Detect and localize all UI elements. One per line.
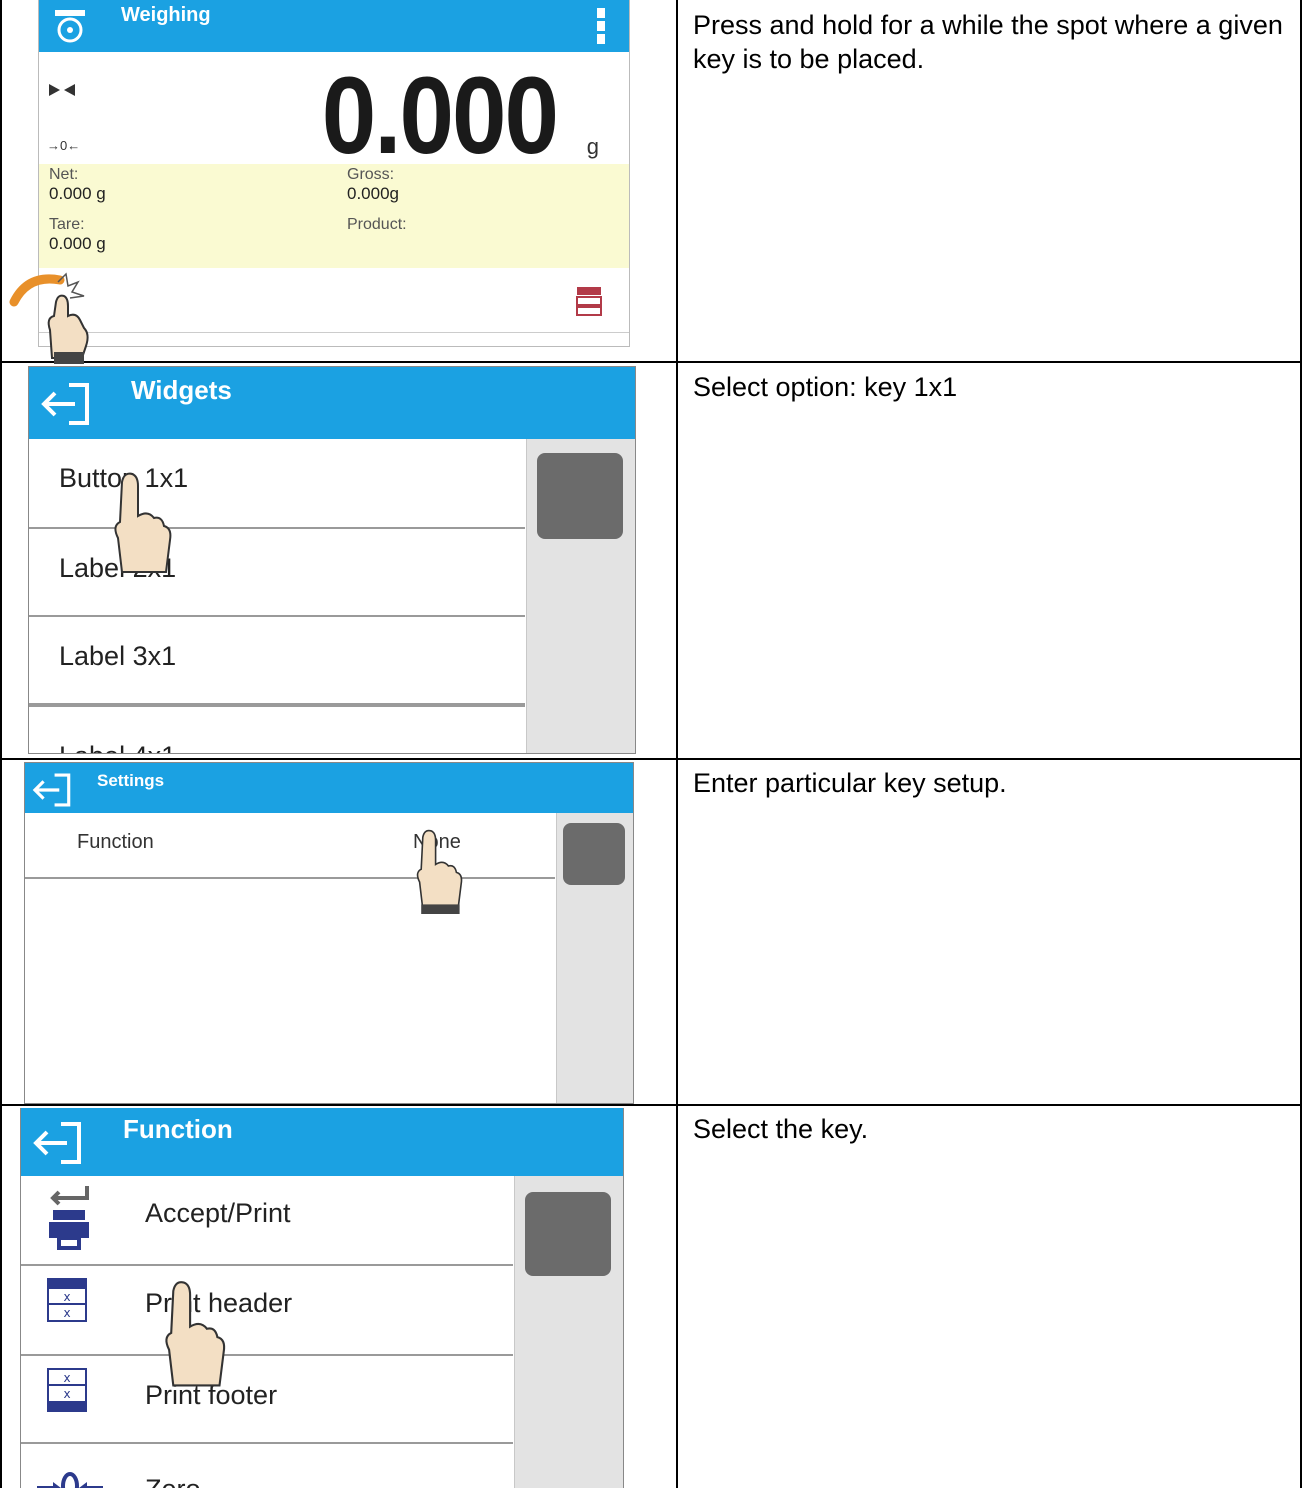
table-row-divider — [0, 361, 1302, 363]
scale-icon — [55, 10, 85, 43]
scrollbar-thumb[interactable] — [525, 1192, 611, 1276]
print-footer-icon: x x — [47, 1368, 87, 1412]
list-item-label: Zero — [145, 1474, 201, 1488]
function-header: Function — [21, 1108, 623, 1176]
scrollbar[interactable] — [526, 439, 635, 753]
printer-icon — [49, 1186, 89, 1250]
list-item[interactable]: Zero — [21, 1444, 513, 1488]
list-item[interactable]: x x Print header — [21, 1266, 513, 1356]
step-description: Enter particular key setup. — [693, 768, 1007, 798]
print-header-icon: x x — [47, 1278, 87, 1322]
screen-title: Function — [123, 1114, 233, 1144]
setting-label: Function — [77, 831, 154, 853]
back-arrow-icon[interactable] — [31, 771, 75, 809]
scrollbar-thumb[interactable] — [563, 823, 625, 885]
pointing-hand-icon — [416, 829, 463, 914]
tare-label: Tare: — [49, 216, 85, 233]
svg-text:x: x — [63, 1306, 70, 1320]
scrollbar[interactable] — [556, 813, 633, 1103]
zero-indicator: →0← — [47, 138, 81, 153]
pointing-hand-icon — [165, 1281, 226, 1387]
widget-area[interactable] — [39, 268, 629, 333]
net-value: 0.000 g — [49, 184, 106, 203]
step-description: Press and hold for a while the spot wher… — [693, 10, 1283, 74]
database-icon[interactable] — [576, 286, 602, 316]
widgets-header: Widgets — [29, 367, 635, 439]
pointing-hand-icon — [9, 272, 89, 364]
back-arrow-icon[interactable] — [31, 1118, 87, 1168]
pointing-hand-icon — [114, 472, 172, 573]
screen-title: Widgets — [131, 375, 232, 405]
screen-title: Weighing — [121, 4, 211, 26]
table-border-left — [0, 0, 2, 1488]
weighing-header: Weighing — [39, 0, 629, 52]
weight-reading: 0.000 — [321, 53, 559, 177]
gross-label: Gross: — [347, 166, 395, 183]
step-description: Select the key. — [693, 1114, 869, 1144]
svg-text:x: x — [63, 1387, 70, 1401]
tare-value: 0.000 g — [49, 234, 106, 253]
back-arrow-icon[interactable] — [39, 381, 95, 427]
weighing-screen: Weighing 0.000 g →0← Net: 0.000 g Gross:… — [38, 0, 630, 347]
list-item[interactable]: Accept/Print — [21, 1176, 513, 1266]
list-item[interactable]: x x Print footer — [21, 1356, 513, 1444]
settings-header: Settings — [25, 763, 633, 813]
table-column-divider — [676, 0, 678, 1488]
scrollbar[interactable] — [514, 1176, 623, 1488]
zero-icon — [37, 1472, 103, 1488]
product-label: Product: — [347, 216, 407, 233]
table-row-divider — [0, 758, 1302, 760]
list-item[interactable]: Label 3x1 — [29, 617, 525, 705]
screen-title: Settings — [97, 771, 165, 790]
stable-indicator-icon — [49, 84, 75, 96]
net-label: Net: — [49, 166, 79, 183]
table-row-divider — [0, 1104, 1302, 1106]
svg-text:x: x — [63, 1290, 70, 1304]
gross-value: 0.000g — [347, 184, 399, 203]
function-screen: Function Accept/Print x x Print header x… — [20, 1108, 624, 1488]
svg-text:x: x — [63, 1371, 70, 1385]
step-description: Select option: key 1x1 — [693, 372, 958, 402]
info-panel: Net: 0.000 g Gross: 0.000g Tare: 0.000 g… — [39, 164, 629, 268]
list-item-label: Label 4x1 — [59, 741, 176, 753]
list-item-label: Accept/Print — [145, 1198, 291, 1228]
scrollbar-thumb[interactable] — [537, 453, 623, 539]
menu-dots-icon[interactable] — [595, 6, 607, 46]
settings-row-function[interactable]: Function None — [25, 813, 555, 879]
weight-unit: g — [586, 134, 599, 159]
list-item-label: Label 3x1 — [59, 641, 177, 671]
list-item[interactable]: Label 4x1 — [29, 705, 525, 753]
settings-screen: Settings Function None — [24, 762, 634, 1104]
